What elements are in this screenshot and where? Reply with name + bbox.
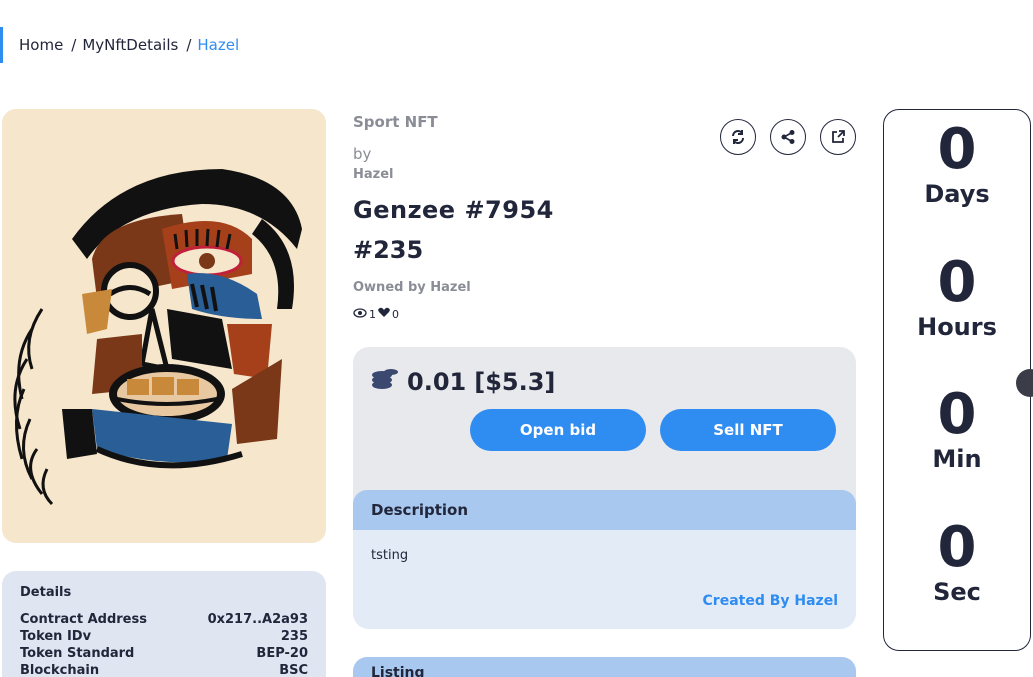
external-link-icon (832, 130, 845, 143)
details-row: Contract Address 0x217..A2a93 (20, 612, 308, 627)
blockchain-value: BSC (279, 663, 308, 677)
breadcrumb-separator: / (186, 36, 192, 54)
creator-name[interactable]: Hazel (353, 167, 856, 182)
description-text: tsting (371, 548, 409, 563)
nft-name: Genzee #7954 (353, 196, 554, 224)
details-label: Token Standard (20, 646, 135, 661)
view-count: 1 (369, 307, 376, 321)
countdown-unit: Days (924, 180, 990, 208)
price-panel: 0.01 [$5.3] Open bid Sell NFT Descriptio… (353, 347, 856, 629)
listing-header[interactable]: Listing (353, 657, 856, 677)
details-card: Details Contract Address 0x217..A2a93 To… (2, 571, 326, 677)
countdown-seconds: 0 Sec (933, 514, 981, 651)
details-label: Blockchain (20, 663, 100, 677)
description-header[interactable]: Description (353, 490, 856, 530)
owned-by: Owned by Hazel (353, 280, 471, 295)
contract-address-value[interactable]: 0x217..A2a93 (208, 612, 308, 627)
heart-icon[interactable] (378, 307, 390, 321)
countdown-value: 0 (937, 514, 977, 580)
countdown-hours: 0 Hours (917, 249, 997, 386)
share-icon (781, 130, 795, 144)
details-title: Details (20, 585, 72, 600)
sell-nft-button[interactable]: Sell NFT (660, 409, 836, 451)
details-label: Token IDv (20, 629, 92, 644)
nft-artwork-image (2, 109, 326, 543)
countdown-value: 0 (937, 382, 977, 447)
details-row: Token Standard BEP-20 (20, 646, 308, 661)
price-usd: [$5.3] (474, 368, 556, 396)
refresh-button[interactable] (720, 119, 756, 155)
refresh-icon (732, 130, 744, 144)
coins-icon (371, 367, 399, 397)
auction-countdown: 0 Days 0 Hours 0 Min 0 Sec (883, 109, 1031, 651)
open-bid-button[interactable]: Open bid (470, 409, 646, 451)
breadcrumb-current: Hazel (197, 36, 240, 54)
countdown-days: 0 Days (924, 120, 989, 253)
countdown-unit: Min (932, 445, 982, 473)
countdown-unit: Sec (933, 577, 981, 606)
countdown-unit: Hours (917, 312, 997, 341)
details-label: Contract Address (20, 612, 147, 627)
share-button[interactable] (770, 119, 806, 155)
breadcrumb-home[interactable]: Home (19, 36, 63, 54)
eye-icon (353, 307, 367, 321)
countdown-value: 0 (937, 249, 977, 315)
breadcrumb-page[interactable]: MyNftDetails (82, 36, 178, 54)
nft-info: Sport NFT by Hazel Genzee #7954 #235 Own… (353, 109, 856, 321)
countdown-minutes: 0 Min (932, 385, 981, 518)
breadcrumb-separator: / (71, 36, 77, 54)
breadcrumb: Home / MyNftDetails / Hazel (0, 27, 245, 63)
created-by-link[interactable]: Created By Hazel (703, 593, 838, 609)
token-standard-value: BEP-20 (256, 646, 308, 661)
external-link-button[interactable] (820, 119, 856, 155)
countdown-value: 0 (937, 117, 977, 182)
action-icons (720, 119, 856, 155)
nft-stats: 1 0 (353, 307, 856, 321)
price-line: 0.01 [$5.3] (371, 367, 555, 397)
description-body: tsting Created By Hazel (353, 530, 856, 629)
price-amount: 0.01 (407, 368, 467, 396)
like-count: 0 (392, 307, 399, 321)
nft-token-number: #235 (353, 236, 424, 264)
details-row: Token IDv 235 (20, 629, 308, 644)
details-row: Blockchain BSC (20, 663, 308, 677)
token-id-value: 235 (280, 629, 308, 644)
